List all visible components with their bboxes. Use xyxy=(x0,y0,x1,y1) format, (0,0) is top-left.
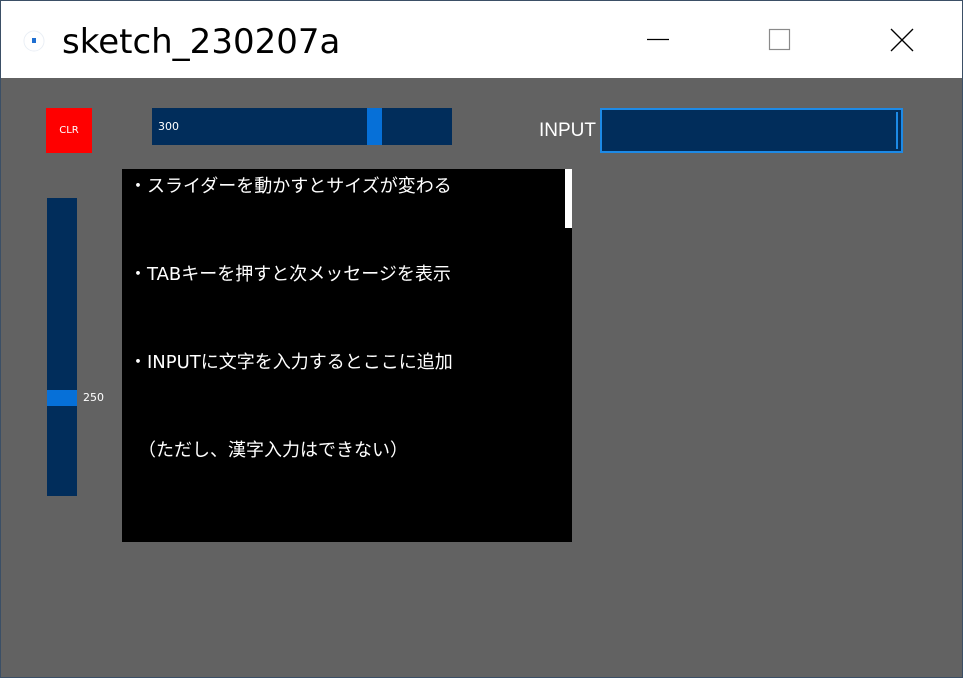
title-bar[interactable]: sketch_230207a xyxy=(1,1,962,78)
close-button[interactable] xyxy=(871,17,933,63)
message-line: ・スライダーを動かすとサイズが変わる xyxy=(129,176,452,197)
vertical-slider-thumb[interactable] xyxy=(47,390,77,406)
message-line: ・INPUTに文字を入力するとここに追加 xyxy=(129,352,453,373)
message-line: ・TABキーを押すと次メッセージを表示 xyxy=(129,264,451,285)
scrollbar-thumb[interactable] xyxy=(565,169,572,228)
message-area[interactable]: ・スライダーを動かすとサイズが変わる ・TABキーを押すと次メッセージを表示 ・… xyxy=(122,169,572,542)
text-cursor xyxy=(896,112,898,149)
maximize-icon xyxy=(768,28,791,51)
vertical-slider[interactable] xyxy=(47,198,77,496)
size-slider-thumb[interactable] xyxy=(367,108,382,145)
maximize-button[interactable] xyxy=(749,17,811,63)
size-slider[interactable]: 300 xyxy=(152,108,452,145)
minimize-button[interactable] xyxy=(627,17,689,63)
message-line: （ただし、漢字入力はできない） xyxy=(129,440,408,461)
clr-button[interactable]: CLR xyxy=(46,108,92,153)
processing-app-icon xyxy=(23,30,45,52)
close-icon xyxy=(890,28,914,52)
app-window: sketch_230207a CLR 300 INPUT 250 ・スライダーを… xyxy=(0,0,963,678)
size-slider-value: 300 xyxy=(158,120,179,133)
window-title: sketch_230207a xyxy=(62,22,341,62)
text-input-field[interactable] xyxy=(600,108,903,153)
input-label: INPUT xyxy=(539,120,596,141)
vertical-slider-value: 250 xyxy=(83,391,104,404)
minimize-icon xyxy=(647,38,669,41)
sketch-canvas: CLR 300 INPUT 250 ・スライダーを動かすとサイズが変わる ・TA… xyxy=(1,78,962,677)
